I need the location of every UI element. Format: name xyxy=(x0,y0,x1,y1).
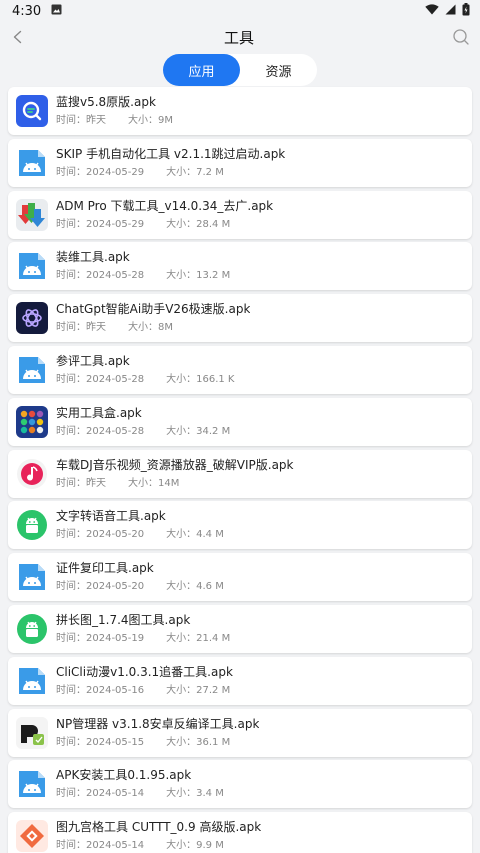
file-list: 蓝搜v5.8原版.apk 时间：昨天 大小：9M SKIP 手机自动化工具 v2.… xyxy=(8,87,472,853)
item-time: 时间：2024-05-14 xyxy=(56,788,145,800)
apk-file-icon xyxy=(16,250,48,282)
adm-icon xyxy=(16,198,48,231)
status-time: 4:30 xyxy=(12,3,42,19)
item-time: 时间：昨天 xyxy=(56,115,106,126)
item-time: 时间：2024-05-20 xyxy=(56,529,145,541)
app-bar: 工具 xyxy=(0,22,480,52)
item-title: 证件复印工具.apk xyxy=(56,561,154,576)
item-size: 大小：34.2 M xyxy=(166,425,231,437)
tab-apps[interactable]: 应用 xyxy=(163,54,240,86)
item-time: 时间：2024-05-28 xyxy=(56,270,145,282)
item-time: 时间：2024-05-14 xyxy=(56,840,145,852)
page-title: 工具 xyxy=(223,28,254,47)
list-item[interactable]: 蓝搜v5.8原版.apk 时间：昨天 大小：9M xyxy=(8,87,472,135)
apk-file-icon xyxy=(16,561,48,593)
list-item[interactable]: 参评工具.apk 时间：2024-05-28 大小：166.1 K xyxy=(8,345,472,394)
item-title: SKIP 手机自动化工具 v2.1.1跳过启动.apk xyxy=(56,146,286,161)
item-size: 大小：9M xyxy=(128,115,173,126)
item-size: 大小：7.2 M xyxy=(166,166,224,178)
status-bar: 4:30 xyxy=(0,0,480,22)
item-time: 时间：2024-05-28 xyxy=(56,373,145,385)
gallery-notification-icon xyxy=(51,4,62,19)
lansou-icon xyxy=(16,95,48,127)
list-item[interactable]: APK安装工具0.1.95.apk 时间：2024-05-14 大小：3.4 M xyxy=(8,760,472,809)
item-size: 大小：36.1 M xyxy=(166,736,231,748)
back-button[interactable] xyxy=(10,29,26,45)
item-title: 拼长图_1.7.4图工具.apk xyxy=(56,612,191,627)
apk-file-icon xyxy=(16,354,48,386)
item-size: 大小：27.2 M xyxy=(166,684,231,696)
item-size: 大小：21.4 M xyxy=(166,632,231,644)
apk-file-icon xyxy=(16,665,48,697)
wifi-icon xyxy=(425,3,439,19)
segment-control-wrap: 应用 资源 xyxy=(0,52,480,88)
battery-icon xyxy=(462,2,470,20)
item-size: 大小：9.9 M xyxy=(166,840,224,852)
item-title: 文字转语音工具.apk xyxy=(56,509,166,524)
signal-icon xyxy=(445,4,456,19)
item-title: 实用工具盒.apk xyxy=(56,405,142,420)
item-size: 大小：166.1 K xyxy=(166,373,235,385)
item-size: 大小：4.6 M xyxy=(166,581,224,593)
item-title: 蓝搜v5.8原版.apk xyxy=(56,95,156,109)
item-size: 大小：3.4 M xyxy=(166,788,224,800)
chatgpt-icon xyxy=(16,302,48,335)
search-icon xyxy=(453,29,469,45)
item-time: 时间：昨天 xyxy=(56,322,106,334)
segmented-control: 应用 资源 xyxy=(163,54,317,86)
item-size: 大小：4.4 M xyxy=(166,529,224,541)
item-size: 大小：28.4 M xyxy=(166,218,231,230)
tab-resources[interactable]: 资源 xyxy=(240,54,317,86)
list-item[interactable]: SKIP 手机自动化工具 v2.1.1跳过启动.apk 时间：2024-05-2… xyxy=(8,138,472,187)
list-item[interactable]: NP管理器 v3.1.8安卓反编译工具.apk 时间：2024-05-15 大小：… xyxy=(8,708,472,757)
item-title: NP管理器 v3.1.8安卓反编译工具.apk xyxy=(56,716,260,731)
item-time: 时间：2024-05-15 xyxy=(56,736,145,748)
item-time: 时间：2024-05-28 xyxy=(56,425,145,437)
item-time: 时间：2024-05-29 xyxy=(56,218,145,230)
android-icon xyxy=(16,613,48,645)
item-title: APK安装工具0.1.95.apk xyxy=(56,768,192,783)
list-item[interactable]: ChatGpt智能Ai助手V26极速版.apk 时间：昨天 大小：8M xyxy=(8,294,472,343)
item-size: 大小：13.2 M xyxy=(166,270,231,282)
music-icon xyxy=(16,458,48,490)
item-title: 参评工具.apk xyxy=(56,353,130,368)
list-item[interactable]: 证件复印工具.apk 时间：2024-05-20 大小：4.6 M xyxy=(8,553,472,602)
list-item[interactable]: 文字转语音工具.apk 时间：2024-05-20 大小：4.4 M xyxy=(8,501,472,550)
chevron-left-icon xyxy=(13,30,22,44)
apk-file-icon xyxy=(16,147,48,179)
item-title: 装维工具.apk xyxy=(56,250,130,265)
list-item[interactable]: 实用工具盒.apk 时间：2024-05-28 大小：34.2 M xyxy=(8,397,472,446)
list-item[interactable]: ADM Pro 下载工具_v14.0.34_去广.apk 时间：2024-05-… xyxy=(8,190,472,239)
item-time: 时间：2024-05-20 xyxy=(56,581,145,593)
list-item[interactable]: 车载DJ音乐视频_资源播放器_破解VIP版.apk 时间：昨天 大小：14M xyxy=(8,449,472,498)
item-title: ADM Pro 下载工具_v14.0.34_去广.apk xyxy=(56,198,274,213)
item-time: 时间：2024-05-16 xyxy=(56,684,145,696)
apk-file-icon xyxy=(16,768,48,800)
item-title: ChatGpt智能Ai助手V26极速版.apk xyxy=(56,302,251,317)
np-icon xyxy=(16,716,48,749)
list-item[interactable]: 装维工具.apk 时间：2024-05-28 大小：13.2 M xyxy=(8,242,472,291)
android-icon xyxy=(16,509,48,541)
item-time: 时间：2024-05-29 xyxy=(56,166,145,178)
grid-icon xyxy=(16,820,48,853)
item-title: CliCli动漫v1.0.3.1追番工具.apk xyxy=(56,664,233,679)
item-size: 大小：14M xyxy=(128,477,180,489)
item-size: 大小：8M xyxy=(128,322,173,334)
list-item[interactable]: CliCli动漫v1.0.3.1追番工具.apk 时间：2024-05-16 大小… xyxy=(8,656,472,705)
item-time: 时间：2024-05-19 xyxy=(56,632,145,644)
list-item[interactable]: 拼长图_1.7.4图工具.apk 时间：2024-05-19 大小：21.4 M xyxy=(8,604,472,653)
item-title: 图九宫格工具 CUTTT_0.9 高级版.apk xyxy=(56,820,262,835)
list-item[interactable]: 图九宫格工具 CUTTT_0.9 高级版.apk 时间：2024-05-14 大小… xyxy=(8,812,472,853)
item-title: 车载DJ音乐视频_资源播放器_破解VIP版.apk xyxy=(56,457,294,472)
item-time: 时间：昨天 xyxy=(56,477,106,489)
search-button[interactable] xyxy=(452,28,470,46)
toolbox-icon xyxy=(16,405,48,438)
